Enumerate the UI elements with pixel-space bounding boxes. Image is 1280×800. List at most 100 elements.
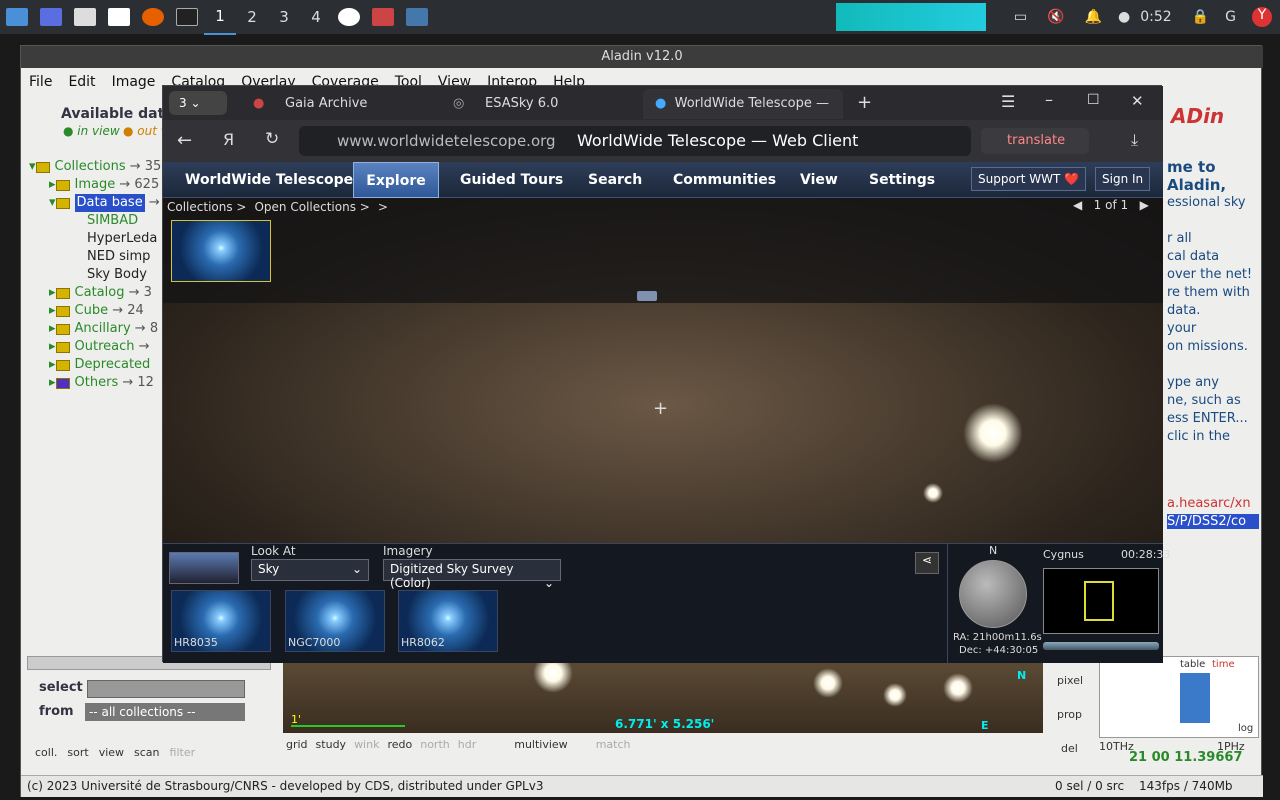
yandex-icon[interactable]: Y [1252, 7, 1272, 27]
context-thumb[interactable] [169, 552, 239, 584]
menu-image[interactable]: Image [112, 74, 156, 92]
aladin-icon[interactable] [372, 8, 394, 26]
nav-wwt[interactable]: WorldWide Telescope [185, 162, 353, 198]
tree-image[interactable]: ▸ Image → 625 [49, 176, 159, 194]
pixel-button[interactable]: pixel [1057, 674, 1083, 687]
available-data-label: Available data [61, 106, 174, 122]
menu-icon[interactable]: ☰ [1001, 92, 1015, 111]
north-button[interactable]: north [420, 738, 450, 751]
back-icon[interactable]: ← [177, 130, 192, 151]
nav-communities[interactable]: Communities [673, 162, 776, 198]
files-icon[interactable] [74, 8, 96, 26]
prop-button[interactable]: prop [1057, 708, 1082, 721]
power-icon[interactable]: ● [1118, 9, 1130, 25]
tab-wwt[interactable]: ● WorldWide Telescope — ✕ [643, 89, 843, 141]
time-slider[interactable] [1043, 642, 1159, 650]
new-tab-button[interactable]: + [857, 92, 872, 113]
multiview-button[interactable]: multiview [514, 738, 567, 751]
yandex-browser-icon[interactable] [338, 8, 360, 26]
collection-thumb[interactable] [171, 220, 271, 282]
tab-count-button[interactable]: 3 ⌄ [169, 91, 227, 115]
hdr-button[interactable]: hdr [458, 738, 476, 751]
lock-icon[interactable]: 🔒 [1192, 9, 1209, 25]
aladin-sky-view[interactable]: 1' 6.771' x 5.256' N E [283, 663, 1043, 733]
share-icon[interactable]: ⋖ [915, 552, 939, 574]
bell-icon[interactable]: 🔔 [1085, 9, 1102, 25]
nav-search[interactable]: Search [588, 162, 642, 198]
thumb-hr8035[interactable]: HR8035 [171, 590, 271, 652]
google-icon[interactable]: G [1225, 9, 1236, 25]
scan-button[interactable]: scan [134, 746, 160, 759]
redo-button[interactable]: redo [387, 738, 412, 751]
app-menu-icon[interactable] [6, 8, 28, 26]
tree-others[interactable]: ▸ Others → 12 [49, 374, 154, 392]
tree-cube[interactable]: ▸ Cube → 24 [49, 302, 144, 320]
filter-button[interactable]: filter [170, 746, 196, 759]
tree-simbad[interactable]: SIMBAD [87, 212, 138, 230]
address-bar[interactable]: www.worldwidetelescope.org WorldWide Tel… [299, 126, 971, 156]
tree-outreach[interactable]: ▸ Outreach → [49, 338, 150, 356]
from-select[interactable]: -- all collections -- [85, 703, 245, 721]
thumb-ngc7000[interactable]: NGC7000 [285, 590, 385, 652]
crumb-collections[interactable]: Collections > [167, 200, 246, 214]
crumb-end: > [377, 200, 388, 214]
compass-globe[interactable] [959, 560, 1027, 628]
select-label: select [39, 680, 83, 695]
spectrum-panel[interactable]: table time log [1099, 656, 1259, 738]
menu-edit[interactable]: Edit [68, 74, 95, 92]
wink-button[interactable]: wink [354, 738, 379, 751]
look-at-select[interactable]: Sky ⌄ [251, 559, 369, 581]
yandex-home-icon[interactable]: Я [223, 130, 234, 149]
thumb-hr8062[interactable]: HR8062 [398, 590, 498, 652]
firefox-icon[interactable] [142, 8, 164, 26]
grid-button[interactable]: grid [286, 738, 308, 751]
folder-icon[interactable] [406, 8, 428, 26]
nav-guided-tours[interactable]: Guided Tours [460, 162, 563, 198]
sort-button[interactable]: sort [67, 746, 88, 759]
mute-icon[interactable]: 🔇 [1047, 9, 1064, 25]
desktop-icon[interactable] [40, 8, 62, 26]
support-button[interactable]: Support WWT ❤️ [971, 167, 1087, 191]
view-button[interactable]: view [99, 746, 124, 759]
signin-button[interactable]: Sign In [1095, 167, 1151, 191]
selection-count: 0 sel / 0 src [1055, 779, 1125, 793]
translate-button[interactable]: translate [981, 128, 1089, 154]
tree-ancillary[interactable]: ▸ Ancillary → 8 [49, 320, 158, 338]
nav-view[interactable]: View [800, 162, 838, 198]
close-window-icon[interactable]: ✕ [1131, 92, 1144, 110]
tree-skybody[interactable]: Sky Body [87, 266, 147, 284]
tree-collections[interactable]: ▾ Collections → 35 [29, 158, 161, 176]
menu-file[interactable]: File [29, 74, 52, 92]
scale-bar [291, 725, 405, 727]
workspace-4[interactable]: 4 [300, 0, 332, 34]
nav-explore[interactable]: Explore [353, 162, 439, 198]
workspace-2[interactable]: 2 [236, 0, 268, 34]
screen-icon[interactable]: ▭ [1014, 9, 1027, 25]
tree-ned[interactable]: NED simp [87, 248, 150, 266]
tree-deprecated[interactable]: ▸ Deprecated [49, 356, 150, 374]
match-button[interactable]: match [596, 738, 631, 751]
hips-path[interactable]: S/P/DSS2/co [1167, 514, 1259, 529]
nav-settings[interactable]: Settings [869, 162, 935, 198]
crumb-open-collections[interactable]: Open Collections > [254, 200, 369, 214]
document-icon[interactable] [108, 8, 130, 26]
tab-gaia[interactable]: ● Gaia Archive [253, 89, 443, 119]
select-input[interactable] [87, 680, 245, 698]
del-button[interactable]: del [1061, 742, 1078, 755]
study-button[interactable]: study [316, 738, 347, 751]
maximize-icon[interactable]: ☐ [1087, 92, 1100, 108]
terminal-icon[interactable] [176, 8, 198, 26]
workspace-1[interactable]: 1 [204, 0, 236, 35]
tree-database[interactable]: ▾ Data base → [49, 194, 160, 212]
tree-hyperleda[interactable]: HyperLeda [87, 230, 157, 248]
reload-icon[interactable]: ↻ [265, 129, 279, 149]
download-icon[interactable]: ⤓ [1131, 130, 1138, 150]
tree-catalog[interactable]: ▸ Catalog → 3 [49, 284, 152, 302]
wwt-sky-view[interactable]: Collections > Open Collections > > ◀ 1 o… [163, 198, 1163, 543]
imagery-select[interactable]: Digitized Sky Survey (Color) ⌄ [383, 559, 561, 590]
workspace-3[interactable]: 3 [268, 0, 300, 34]
minimize-icon[interactable]: – [1045, 90, 1053, 109]
tab-esasky[interactable]: ◎ ESASky 6.0 [453, 89, 643, 119]
collapse-handle[interactable] [637, 291, 657, 301]
coll-button[interactable]: coll. [35, 746, 57, 759]
